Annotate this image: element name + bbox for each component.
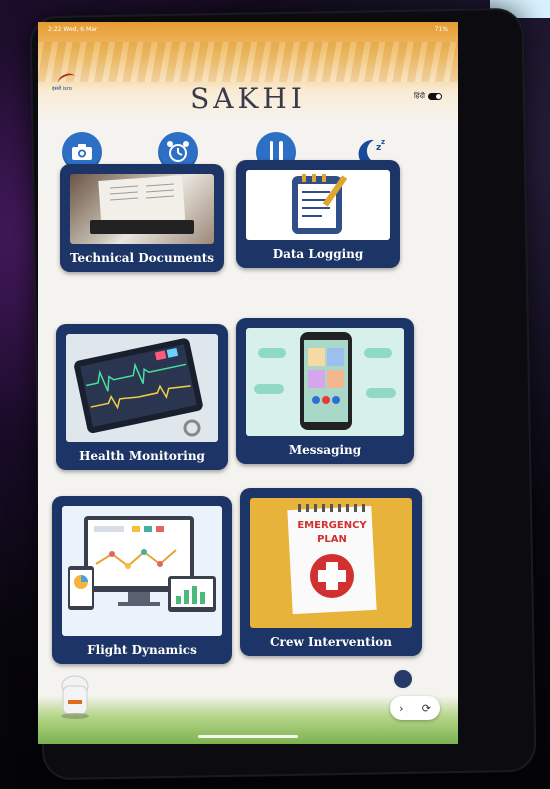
tile-label: Health Monitoring	[79, 449, 205, 463]
emergency-text-line2: PLAN	[317, 534, 347, 545]
toggle-switch[interactable]	[428, 93, 442, 100]
tile-technical-documents[interactable]: Technical Documents	[60, 164, 224, 272]
status-date: Wed, 6 Mar	[63, 25, 98, 33]
data-logging-image	[246, 170, 390, 240]
emergency-text-line1: EMERGENCY	[297, 520, 367, 531]
chevron-right-icon[interactable]: ›	[399, 702, 403, 715]
health-monitoring-image	[66, 334, 218, 442]
battery-level: 71%	[434, 25, 448, 33]
tile-health-monitoring[interactable]: Health Monitoring	[56, 324, 228, 470]
tile-label: Crew Intervention	[269, 635, 392, 649]
module-grid: Technical Documents Data Logging Health …	[38, 160, 458, 664]
tile-label: Data Logging	[272, 247, 364, 261]
status-bar: 2:22 Wed, 6 Mar 71%	[38, 22, 458, 36]
tile-flight-dynamics[interactable]: Flight Dynamics	[52, 496, 232, 664]
tile-messaging[interactable]: Messaging	[236, 318, 414, 464]
tablet-screen: 2:22 Wed, 6 Mar 71% इसरो isro SAKHI हिंद…	[38, 22, 458, 744]
status-time: 2:22	[48, 25, 62, 33]
messaging-image	[246, 328, 404, 436]
assistant-avatar[interactable]	[392, 668, 414, 690]
home-indicator[interactable]	[198, 735, 298, 738]
flight-dynamics-image	[62, 506, 222, 636]
tile-crew-intervention[interactable]: EMERGENCY PLAN Crew Intervention	[240, 488, 422, 656]
tile-data-logging[interactable]: Data Logging	[236, 160, 400, 268]
app-title: SAKHI	[190, 82, 306, 115]
tile-label: Technical Documents	[69, 251, 215, 265]
rotate-icon[interactable]: ⟳	[422, 702, 431, 715]
svg-text:z: z	[381, 138, 385, 146]
floating-controls[interactable]: › ⟳	[390, 696, 440, 720]
language-toggle[interactable]: हिंदी	[414, 92, 442, 101]
tile-label: Messaging	[288, 443, 362, 457]
technical-documents-image	[70, 174, 214, 244]
robot-assistant-icon[interactable]	[58, 674, 92, 720]
crew-intervention-image: EMERGENCY PLAN	[250, 498, 412, 628]
tile-label: Flight Dynamics	[87, 643, 197, 657]
language-label: हिंदी	[413, 92, 425, 100]
